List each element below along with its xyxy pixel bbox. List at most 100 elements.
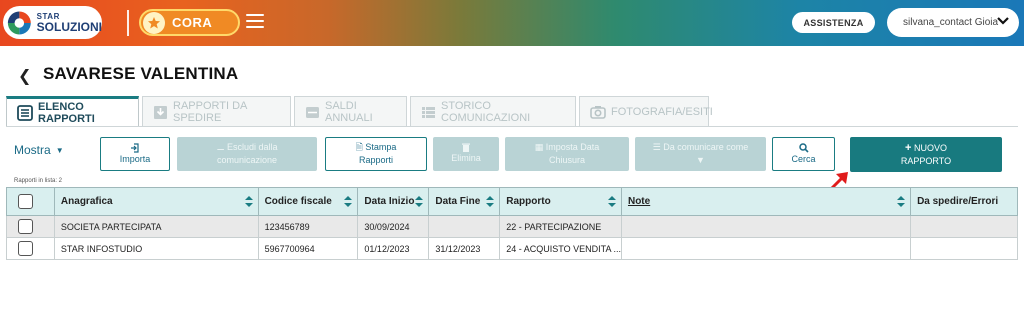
- star-badge-icon: [143, 11, 165, 34]
- sort-icon[interactable]: [415, 196, 424, 210]
- header-label: Note: [627, 196, 651, 207]
- tab-elenco-rapporti[interactable]: ELENCO RAPPORTI: [6, 96, 139, 127]
- table-header-row: Anagrafica Codice fiscale Data Inizio Da…: [6, 187, 1018, 216]
- column-header-note[interactable]: Note: [620, 187, 912, 216]
- minus-circle-icon: ⚊: [216, 142, 225, 152]
- nuovo-label-2: RAPPORTO: [900, 155, 952, 166]
- imposta-label-2: Chiusura: [548, 155, 586, 165]
- cell-data-inizio: 30/09/2024: [357, 215, 430, 238]
- back-arrow-icon[interactable]: ❮: [18, 66, 31, 86]
- row-checkbox[interactable]: [18, 241, 33, 256]
- cell-rapporto: 24 - ACQUISTO VENDITA ...: [499, 237, 622, 260]
- escludi-button[interactable]: ⚊ Escludi dalla comunicazione: [177, 137, 317, 171]
- calendar-icon: ▦: [534, 142, 544, 152]
- cell-data-inizio: 01/12/2023: [357, 237, 430, 260]
- stampa-rapporti-button[interactable]: 🗎 Stampa Rapporti: [325, 137, 427, 171]
- elimina-label: Elimina: [451, 153, 481, 163]
- column-header-da-spedire-errori[interactable]: Da spedire/Errori: [910, 187, 1018, 216]
- tab-label: SALDI ANNUALI: [325, 100, 373, 124]
- assistenza-button[interactable]: ASSISTENZA: [792, 12, 875, 33]
- sort-icon[interactable]: [486, 196, 495, 210]
- imposta-data-chiusura-button[interactable]: ▦ Imposta Data Chiusura: [505, 137, 629, 171]
- cora-label: CORA: [172, 15, 213, 30]
- tab-underline: [6, 126, 1018, 127]
- list-icon: ☰: [652, 142, 661, 152]
- user-menu-button[interactable]: silvana_contact Gioia: [887, 8, 1019, 37]
- cell-rapporto: 22 - PARTECIPAZIONE: [499, 215, 622, 238]
- cell-anagrafica: STAR INFOSTUDIO: [53, 237, 259, 260]
- cell-da-spedire: [910, 215, 1018, 238]
- sort-icon[interactable]: [344, 196, 353, 210]
- column-header-anagrafica[interactable]: Anagrafica: [53, 187, 259, 216]
- wallet-icon: [305, 106, 320, 119]
- header-label: Da spedire/Errori: [917, 196, 999, 207]
- stampa-label-1: Stampa: [365, 142, 397, 152]
- table-row[interactable]: SOCIETA PARTECIPATA 123456789 30/09/2024…: [6, 215, 1018, 238]
- user-name: silvana_contact Gioia: [903, 17, 999, 28]
- tab-label: ELENCO RAPPORTI: [38, 101, 95, 125]
- select-all-cell: [6, 187, 55, 216]
- header-label: Rapporto: [506, 196, 551, 207]
- header-label: Codice fiscale: [264, 196, 332, 207]
- select-all-checkbox[interactable]: [18, 194, 33, 209]
- tab-saldi-annuali[interactable]: SALDI ANNUALI: [294, 96, 407, 127]
- tab-rapporti-da-spedire[interactable]: RAPPORTI DA SPEDIRE: [142, 96, 291, 127]
- column-header-rapporto[interactable]: Rapporto: [499, 187, 622, 216]
- column-header-data-inizio[interactable]: Data Inizio: [357, 187, 430, 216]
- import-icon: [130, 142, 140, 153]
- sort-icon[interactable]: [607, 196, 616, 210]
- list-icon: [17, 105, 33, 121]
- tab-bar: ELENCO RAPPORTI RAPPORTI DA SPEDIRE SALD…: [6, 96, 713, 127]
- pdf-file-icon: 🗎: [355, 142, 363, 152]
- tab-fotografia-esiti[interactable]: FOTOGRAFIA/ESITI: [579, 96, 713, 127]
- tab-label: FOTOGRAFIA/ESITI: [611, 106, 713, 118]
- trash-icon: [462, 143, 470, 152]
- cell-data-fine: [428, 215, 501, 238]
- tab-storico-comunicazioni[interactable]: STORICO COMUNICAZIONI: [410, 96, 576, 127]
- cell-note: [620, 215, 912, 238]
- cell-anagrafica: SOCIETA PARTECIPATA: [53, 215, 259, 238]
- da-comunicare-come-button[interactable]: ☰ Da comunicare come ▼: [635, 137, 766, 171]
- sort-icon[interactable]: [244, 196, 253, 210]
- page-title: SAVARESE VALENTINA: [43, 64, 239, 83]
- tab-label: STORICO COMUNICAZIONI: [441, 100, 531, 124]
- importa-button[interactable]: Importa: [100, 137, 170, 171]
- cell-codice-fiscale: 123456789: [257, 215, 359, 238]
- mostra-label: Mostra: [14, 143, 51, 157]
- cell-note: [620, 237, 912, 260]
- escludi-label-1: Escludi dalla: [227, 142, 278, 152]
- stampa-label-2: Rapporti: [358, 155, 394, 165]
- star-logo-icon: [6, 10, 32, 35]
- cerca-label: Cerca: [791, 153, 816, 164]
- chevron-down-icon: [997, 17, 1009, 25]
- mostra-dropdown[interactable]: Mostra ▼: [14, 143, 64, 157]
- row-select-cell: [6, 215, 55, 238]
- cell-codice-fiscale: 5967700964: [257, 237, 359, 260]
- download-box-icon: [153, 105, 168, 120]
- header-label: Data Inizio: [364, 196, 415, 207]
- camera-icon: [590, 105, 606, 119]
- escludi-label-2: comunicazione: [216, 155, 278, 165]
- header-label: Anagrafica: [60, 196, 113, 207]
- column-header-codice-fiscale[interactable]: Codice fiscale: [257, 187, 359, 216]
- caret-down-icon: ▼: [696, 155, 705, 165]
- sort-icon[interactable]: [897, 196, 906, 210]
- search-icon: [798, 142, 809, 153]
- hamburger-menu-icon[interactable]: [246, 14, 264, 30]
- nuovo-rapporto-button[interactable]: + NUOVO RAPPORTO: [850, 137, 1002, 172]
- row-checkbox[interactable]: [18, 219, 33, 234]
- list-count: Rapporti in lista: 2: [14, 178, 63, 184]
- row-select-cell: [6, 237, 55, 260]
- elimina-button[interactable]: Elimina: [433, 137, 499, 171]
- table-row[interactable]: STAR INFOSTUDIO 5967700964 01/12/2023 31…: [6, 237, 1018, 260]
- importa-label: Importa: [119, 153, 151, 164]
- cora-app-button[interactable]: CORA: [139, 9, 240, 36]
- star-soluzioni-logo[interactable]: STAR SOLUZIONI: [3, 6, 102, 39]
- column-header-data-fine[interactable]: Data Fine: [428, 187, 501, 216]
- header-label: Data Fine: [435, 196, 481, 207]
- top-header-bar: STAR SOLUZIONI CORA ASSISTENZA silvana_c…: [0, 0, 1024, 46]
- nuovo-label-1: NUOVO: [913, 142, 947, 153]
- caret-down-icon: ▼: [55, 145, 64, 155]
- cerca-button[interactable]: Cerca: [772, 137, 835, 171]
- rapporti-table: Anagrafica Codice fiscale Data Inizio Da…: [6, 187, 1018, 260]
